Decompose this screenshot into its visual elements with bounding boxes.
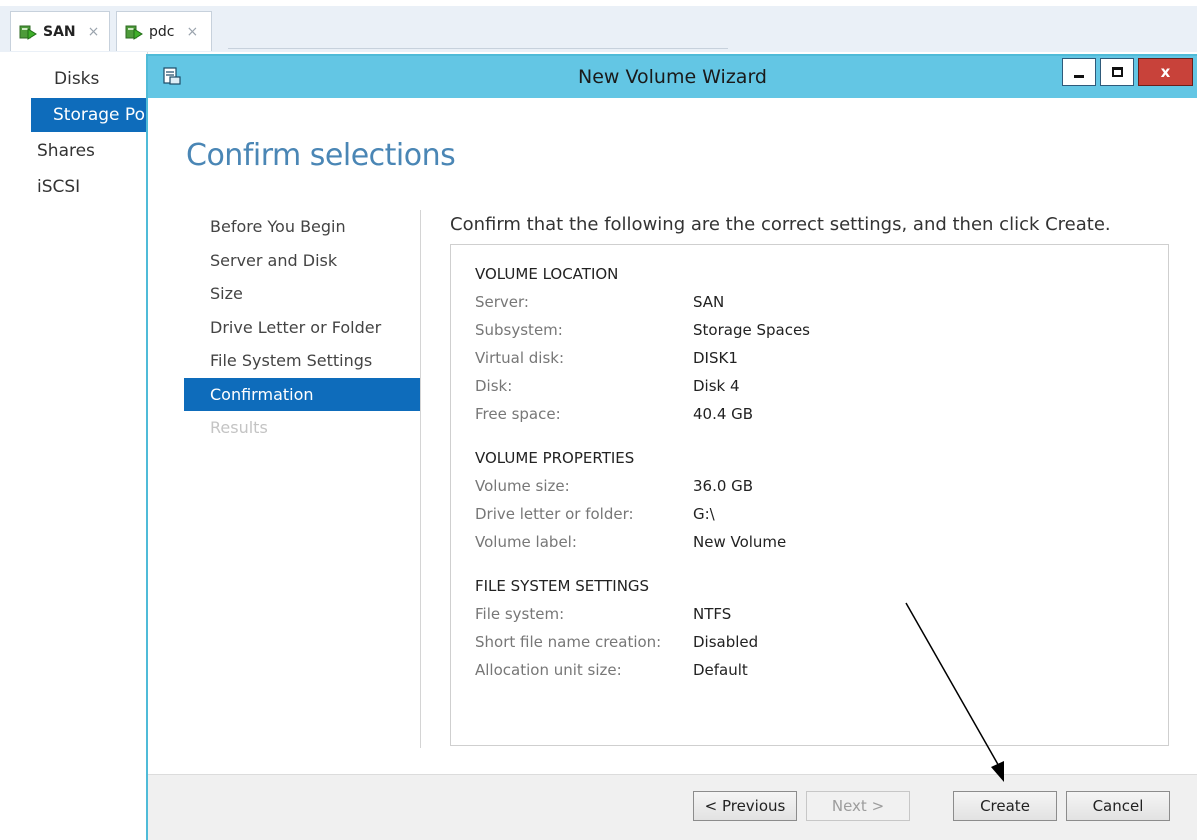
- summary-row: Volume label: New Volume: [475, 533, 1155, 555]
- minimize-button[interactable]: [1062, 58, 1096, 86]
- server-play-icon: [125, 23, 143, 41]
- page-title: Confirm selections: [186, 138, 456, 173]
- instruction-text: Confirm that the following are the corre…: [450, 214, 1111, 235]
- nav-item-disks[interactable]: Disks: [0, 62, 148, 96]
- tab-label: pdc: [149, 23, 175, 40]
- dialog-footer: < Previous Next > Create Cancel: [148, 774, 1197, 840]
- summary-row: Free space: 40.4 GB: [475, 405, 1155, 427]
- nav-item-storage-pools[interactable]: Storage Po: [31, 98, 148, 132]
- summary-value: 36.0 GB: [693, 477, 754, 495]
- section-volume-location: VOLUME LOCATION: [475, 265, 619, 283]
- step-size[interactable]: Size: [184, 277, 420, 311]
- summary-value: New Volume: [693, 533, 787, 551]
- summary-key: Free space:: [475, 405, 561, 423]
- host-navigation: Disks Storage Po Shares iSCSI: [0, 52, 148, 840]
- summary-row: Short file name creation: Disabled: [475, 633, 1155, 655]
- summary-row: Server: SAN: [475, 293, 1155, 315]
- step-drive-letter-or-folder[interactable]: Drive Letter or Folder: [184, 311, 420, 345]
- summary-value: Storage Spaces: [693, 321, 810, 339]
- wizard-steps: Before You Begin Server and Disk Size Dr…: [184, 210, 420, 445]
- summary-row: Volume size: 36.0 GB: [475, 477, 1155, 499]
- tab-pdc[interactable]: pdc ×: [116, 11, 212, 51]
- close-icon[interactable]: ×: [88, 24, 100, 40]
- summary-key: Server:: [475, 293, 529, 311]
- dialog-body: Confirm selections Before You Begin Serv…: [148, 98, 1197, 774]
- summary-key: File system:: [475, 605, 565, 623]
- next-button: Next >: [806, 791, 910, 821]
- maximize-button[interactable]: [1100, 58, 1134, 86]
- summary-key: Subsystem:: [475, 321, 563, 339]
- step-file-system-settings[interactable]: File System Settings: [184, 344, 420, 378]
- summary-key: Allocation unit size:: [475, 661, 622, 679]
- summary-key: Drive letter or folder:: [475, 505, 634, 523]
- summary-value: DISK1: [693, 349, 738, 367]
- tab-label: SAN: [43, 23, 76, 40]
- summary-box[interactable]: VOLUME LOCATION Server: SAN Subsystem: S…: [450, 244, 1169, 746]
- summary-row: Drive letter or folder: G:\: [475, 505, 1155, 527]
- server-play-icon: [19, 23, 37, 41]
- summary-key: Disk:: [475, 377, 513, 395]
- summary-row: Allocation unit size: Default: [475, 661, 1155, 683]
- nav-item-shares[interactable]: Shares: [0, 134, 148, 168]
- dialog-titlebar[interactable]: New Volume Wizard x: [148, 56, 1197, 98]
- summary-value: Disabled: [693, 633, 759, 651]
- previous-button[interactable]: < Previous: [693, 791, 797, 821]
- summary-key: Volume label:: [475, 533, 577, 551]
- new-volume-wizard-dialog: New Volume Wizard x Confirm selections B…: [146, 54, 1197, 840]
- minimize-icon: [1074, 74, 1084, 78]
- summary-row: Subsystem: Storage Spaces: [475, 321, 1155, 343]
- nav-item-iscsi[interactable]: iSCSI: [0, 170, 148, 204]
- summary-value: G:\: [693, 505, 715, 523]
- tab-san[interactable]: SAN ×: [10, 11, 110, 51]
- maximize-icon: [1111, 67, 1123, 77]
- summary-row: Virtual disk: DISK1: [475, 349, 1155, 371]
- steps-divider: [420, 210, 421, 748]
- summary-row: File system: NTFS: [475, 605, 1155, 627]
- summary-key: Virtual disk:: [475, 349, 565, 367]
- summary-value: NTFS: [693, 605, 732, 623]
- close-button[interactable]: x: [1138, 58, 1193, 86]
- step-before-you-begin[interactable]: Before You Begin: [184, 210, 420, 244]
- summary-row: Disk: Disk 4: [475, 377, 1155, 399]
- summary-key: Volume size:: [475, 477, 570, 495]
- close-icon[interactable]: ×: [186, 24, 198, 40]
- step-results: Results: [210, 418, 268, 437]
- cancel-button[interactable]: Cancel: [1066, 791, 1170, 821]
- summary-value: 40.4 GB: [693, 405, 754, 423]
- summary-key: Short file name creation:: [475, 633, 662, 651]
- section-volume-properties: VOLUME PROPERTIES: [475, 449, 635, 467]
- summary-value: Default: [693, 661, 748, 679]
- step-confirmation[interactable]: Confirmation: [184, 377, 420, 411]
- create-button[interactable]: Create: [953, 791, 1057, 821]
- summary-value: SAN: [693, 293, 725, 311]
- dialog-title: New Volume Wizard: [578, 66, 767, 88]
- connection-tab-strip: SAN × pdc ×: [0, 0, 1197, 52]
- summary-value: Disk 4: [693, 377, 740, 395]
- step-server-and-disk[interactable]: Server and Disk: [184, 244, 420, 278]
- section-file-system-settings: FILE SYSTEM SETTINGS: [475, 577, 650, 595]
